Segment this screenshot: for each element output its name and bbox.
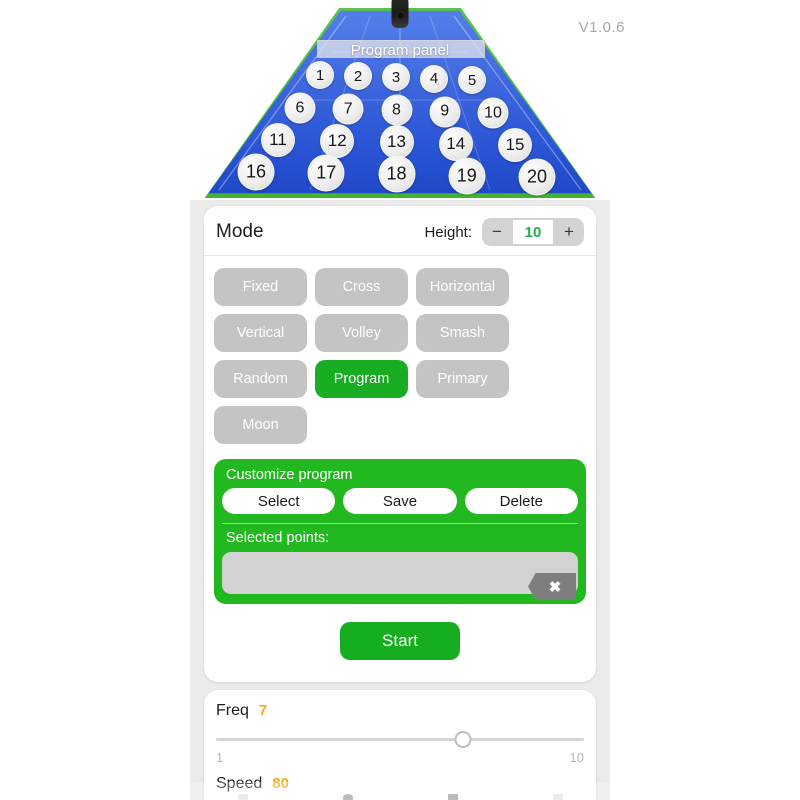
close-icon: ✖: [548, 578, 562, 596]
slider-track-freq[interactable]: [216, 729, 584, 755]
slider-label-freq: Freq: [216, 702, 249, 719]
mode-header: Mode Height: − 10 +: [204, 218, 596, 256]
court-point-17[interactable]: 17: [307, 154, 345, 192]
mode-button-horizontal[interactable]: Horizontal: [416, 268, 509, 306]
court-point-9[interactable]: 9: [429, 96, 461, 127]
height-stepper: − 10 +: [482, 218, 584, 246]
court-point-11[interactable]: 11: [261, 123, 295, 157]
court-point-6[interactable]: 6: [284, 92, 316, 124]
mode-button-smash[interactable]: Smash: [416, 314, 509, 352]
mode-button-moon[interactable]: Moon: [214, 406, 307, 444]
clear-points-button[interactable]: ✖: [528, 573, 576, 600]
app-root: V1.0.6 Program panel 1 2 3 4 5 6 7 8 9 10 11 12 13 14…: [0, 0, 800, 800]
mode-button-vertical[interactable]: Vertical: [214, 314, 307, 352]
mode-button-random[interactable]: Random: [214, 360, 307, 398]
select-program-button[interactable]: Select: [222, 488, 336, 514]
mode-button-fixed[interactable]: Fixed: [214, 268, 307, 306]
court-point-1[interactable]: 1: [306, 61, 334, 89]
mode-card: Mode Height: − 10 + Fixed Cross Horizontal…: [204, 206, 596, 682]
height-control: Height: − 10 +: [424, 218, 584, 246]
court-point-7[interactable]: 7: [332, 93, 364, 125]
start-row: Start: [204, 604, 596, 666]
phone-frame: Program panel 1 2 3 4 5 6 7 8 9 10 11 12 13 14 15 16 17 1…: [190, 0, 610, 800]
version-label: V1.0.6: [578, 19, 625, 36]
court-point-4[interactable]: 4: [420, 64, 448, 93]
delete-program-button[interactable]: Delete: [464, 488, 578, 514]
nav-back-icon[interactable]: [237, 794, 248, 800]
customize-program-actions: Select Save Delete: [222, 488, 578, 514]
court-point-18[interactable]: 18: [378, 155, 415, 193]
nav-recents-icon[interactable]: [447, 794, 458, 800]
slider-header-freq: Freq 7: [216, 702, 584, 720]
court-point-13[interactable]: 13: [379, 125, 414, 159]
court-point-3[interactable]: 3: [382, 63, 410, 91]
mode-button-program[interactable]: Program: [315, 360, 408, 398]
court-point-5[interactable]: 5: [458, 66, 486, 94]
slider-thumb-freq[interactable]: [454, 731, 472, 748]
mode-button-volley[interactable]: Volley: [315, 314, 408, 352]
court-visual: Program panel 1 2 3 4 5 6 7 8 9 10 11 12 13 14 15 16 17 1…: [190, 0, 610, 200]
court-point-14[interactable]: 14: [438, 126, 473, 161]
start-button[interactable]: Start: [340, 622, 460, 660]
customize-program-title: Customize program: [226, 467, 353, 483]
selected-points-field[interactable]: ✖: [222, 552, 578, 600]
ball-launcher-icon: [391, 0, 409, 28]
slider-value-freq: 7: [258, 702, 268, 719]
court-point-8[interactable]: 8: [381, 94, 412, 126]
mode-button-grid: Fixed Cross Horizontal Vertical Volley Smash R…: [204, 256, 596, 444]
height-label: Height:: [424, 223, 472, 241]
mode-title: Mode: [216, 221, 264, 242]
mode-button-cross[interactable]: Cross: [315, 268, 408, 306]
slider-block-freq: Freq 7 1 10: [216, 702, 584, 765]
court-point-20[interactable]: 20: [518, 158, 556, 196]
height-decrement-button[interactable]: −: [482, 218, 512, 246]
nav-home-icon[interactable]: [342, 794, 353, 800]
save-program-button[interactable]: Save: [343, 488, 457, 514]
bottom-nav-bar[interactable]: [190, 782, 610, 800]
height-increment-button[interactable]: +: [554, 218, 584, 246]
court-point-15[interactable]: 15: [498, 128, 532, 162]
program-panel-label: Program panel: [350, 42, 450, 59]
customize-program-panel: Customize program Select Save Delete Sel…: [214, 459, 586, 604]
court-point-16[interactable]: 16: [237, 153, 275, 191]
court-point-2[interactable]: 2: [344, 62, 372, 90]
mode-button-primary[interactable]: Primary: [416, 360, 509, 398]
court-point-19[interactable]: 19: [448, 157, 486, 194]
slider-rail-freq: [216, 738, 584, 741]
court-point-10[interactable]: 10: [477, 97, 509, 129]
court-point-12[interactable]: 12: [320, 124, 355, 158]
nav-extra-icon[interactable]: [552, 794, 563, 800]
height-value[interactable]: 10: [513, 220, 553, 244]
selected-points-label: Selected points:: [226, 530, 330, 546]
